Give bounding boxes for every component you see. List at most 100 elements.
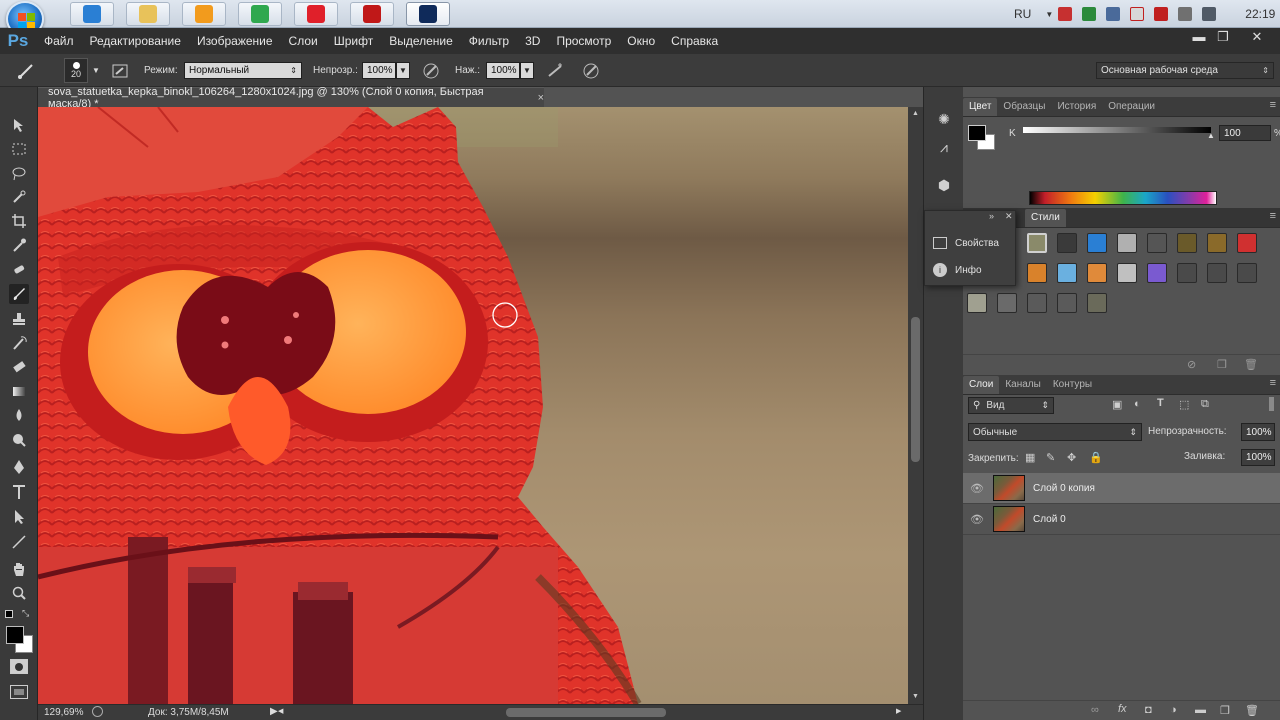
trash-icon[interactable]: 🗑 [1245,704,1259,717]
tablet-pressure-icon[interactable] [582,62,602,79]
panel-menu-icon[interactable]: ≡ [1270,377,1276,389]
opacity-value[interactable]: 100% [362,62,396,79]
hand-tool-icon[interactable] [9,559,29,579]
clear-style-icon[interactable]: ⊘ [1187,358,1196,371]
style-swatch[interactable] [1237,263,1257,283]
screen-mode-icon[interactable] [10,685,28,699]
properties-item[interactable]: Свойства [933,237,999,249]
workspace-select[interactable]: Основная рабочая среда ⇕ [1096,62,1274,79]
layer-row[interactable]: 👁 Слой 0 [963,504,1280,535]
app-tray-icon[interactable] [1082,7,1097,21]
style-swatch[interactable] [1057,233,1077,253]
vertical-scroll-thumb[interactable] [911,317,920,462]
menu-item-1[interactable]: Редактирование [90,34,181,48]
crop-tool-icon[interactable] [9,211,29,231]
move-tool-icon[interactable] [9,115,29,135]
scroll-up-icon[interactable]: ▲ [912,110,919,117]
close-button[interactable]: ✕ [1244,28,1270,48]
tab-swatches[interactable]: Образцы [997,98,1051,116]
gradient-tool-icon[interactable] [9,381,29,401]
volume-icon[interactable] [1202,7,1217,21]
eyedropper-tool-icon[interactable] [9,235,29,255]
scroll-left-icon[interactable]: ◀ [278,707,283,715]
history-brush-tool-icon[interactable] [9,333,29,353]
eye-icon[interactable]: 👁 [963,513,991,526]
language-indicator[interactable]: RU [1014,7,1031,21]
media-app-button[interactable] [182,2,226,26]
status-info-icon[interactable] [92,706,103,717]
tab-layers[interactable]: Слои [963,376,1000,394]
horizontal-scroll-thumb[interactable] [506,708,666,717]
adjustment-layer-icon[interactable]: ◑ [1170,704,1177,716]
ie-app-button[interactable] [70,2,114,26]
blur-tool-icon[interactable] [9,405,29,425]
panel-menu-icon[interactable]: ≡ [1270,99,1276,111]
light-settings-icon[interactable]: ✺ [934,111,954,131]
tab-channels[interactable]: Каналы [999,376,1047,394]
brush-tool-preset-icon[interactable] [14,62,40,79]
photoshop-app-button[interactable] [406,2,450,26]
menu-item-3[interactable]: Слои [289,34,318,48]
clock[interactable]: 22:19 [1245,7,1275,21]
style-swatch[interactable] [1087,293,1107,313]
line-tool-icon[interactable] [9,532,29,552]
opacity-field[interactable]: 100% ▼ [362,62,410,79]
menu-item-8[interactable]: Просмотр [556,34,611,48]
status-menu-arrow-icon[interactable]: ▶ [270,706,278,717]
filter-shape-icon[interactable]: ⬚ [1179,398,1189,411]
style-swatch[interactable] [1087,263,1107,283]
color-spectrum-bar[interactable] [1029,191,1217,205]
pressure-field[interactable]: 100% ▼ [486,62,534,79]
collapse-panel-icon[interactable]: » [989,211,994,221]
device-icon[interactable] [1178,7,1193,21]
style-swatch[interactable] [1117,263,1137,283]
lock-pixels-icon[interactable]: ✎ [1046,451,1055,464]
tab-actions[interactable]: Операции [1102,98,1161,116]
style-swatch[interactable] [967,293,987,313]
trash-icon[interactable]: 🗑 [1244,358,1258,371]
default-colors-icon[interactable] [5,610,13,618]
layer-filter-select[interactable]: ⚲ Вид ⇕ [968,397,1054,414]
link-layers-icon[interactable]: ∞ [1091,704,1099,716]
airbrush-icon[interactable] [546,62,566,79]
eraser-tool-icon[interactable] [9,357,29,377]
style-swatch[interactable] [1057,293,1077,313]
quick-mask-icon[interactable] [10,659,28,674]
panel-menu-icon[interactable]: ≡ [1270,210,1276,222]
pen-tool-icon[interactable] [9,457,29,477]
slider-handle-icon[interactable]: ▲ [1207,131,1215,140]
info-item[interactable]: i Инфо [933,263,982,277]
chevron-down-icon[interactable]: ▼ [396,62,410,79]
spot-healing-tool-icon[interactable] [9,259,29,279]
chevron-down-icon[interactable]: ▼ [1045,10,1053,19]
style-swatch[interactable] [1147,263,1167,283]
new-group-icon[interactable]: ▬ [1195,704,1206,716]
close-icon[interactable]: × [538,92,544,104]
style-swatch[interactable] [1087,233,1107,253]
layer-mask-icon[interactable]: ◘ [1145,704,1152,716]
path-selection-tool-icon[interactable] [9,507,29,527]
chevron-down-icon[interactable]: ▼ [520,62,534,79]
layer-opacity-value[interactable]: 100% [1241,423,1275,441]
new-style-icon[interactable]: ❐ [1217,358,1227,371]
document-tab[interactable]: sova_statuetka_kepka_binokl_106264_1280x… [38,86,544,110]
panel-foreground-color[interactable] [968,125,986,141]
marquee-tool-icon[interactable] [9,139,29,159]
brush-tool-icon[interactable] [9,284,29,304]
lock-all-icon[interactable]: 🔒 [1089,451,1103,464]
chevron-down-icon[interactable]: ▼ [92,66,100,75]
blend-mode-select[interactable]: Обычные ⇕ [968,423,1142,441]
brush-size-picker[interactable]: 20 ▼ [64,58,104,83]
chrome-app-button[interactable] [238,2,282,26]
menu-item-10[interactable]: Справка [671,34,718,48]
mode-select[interactable]: Нормальный ⇕ [184,62,302,79]
tab-paths[interactable]: Контуры [1047,376,1098,394]
style-swatch[interactable] [1147,233,1167,253]
filter-smart-object-icon[interactable]: ⧉ [1201,398,1209,411]
3d-cube-icon[interactable]: ⬢ [934,177,954,197]
style-swatch[interactable] [1117,233,1137,253]
menu-item-4[interactable]: Шрифт [334,34,373,48]
layer-style-icon[interactable]: fx [1118,703,1127,715]
network-icon[interactable] [1106,7,1121,21]
scroll-right-icon[interactable]: ▶ [896,707,901,715]
